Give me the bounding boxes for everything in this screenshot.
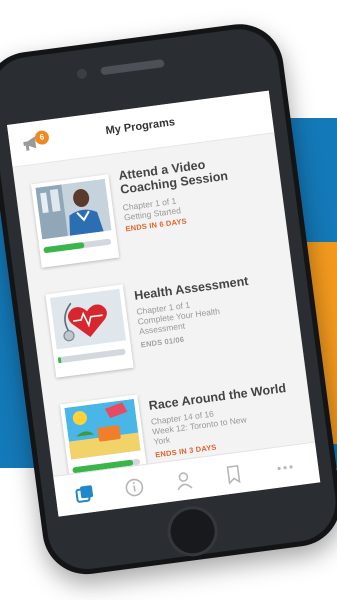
program-thumbnail xyxy=(45,284,134,378)
more-icon[interactable] xyxy=(273,455,298,480)
info-icon[interactable] xyxy=(122,475,147,500)
travel-beach-thumbnail xyxy=(64,398,141,460)
bookmark-icon[interactable] xyxy=(221,462,246,487)
progress-bar xyxy=(43,238,112,254)
stethoscope-heart-thumbnail xyxy=(49,288,127,350)
progress-fill xyxy=(43,242,85,254)
profile-icon[interactable] xyxy=(172,469,197,494)
coach-man-thumbnail xyxy=(35,178,112,240)
phone-screen: 6 My Programs Attend a Video Coaching Se… xyxy=(6,90,321,517)
program-thumbnail xyxy=(30,174,120,268)
progress-fill xyxy=(57,356,62,364)
smartphone: 6 My Programs Attend a Video Coaching Se… xyxy=(0,18,337,580)
programs-icon[interactable] xyxy=(72,482,97,507)
progress-bar xyxy=(57,348,126,364)
